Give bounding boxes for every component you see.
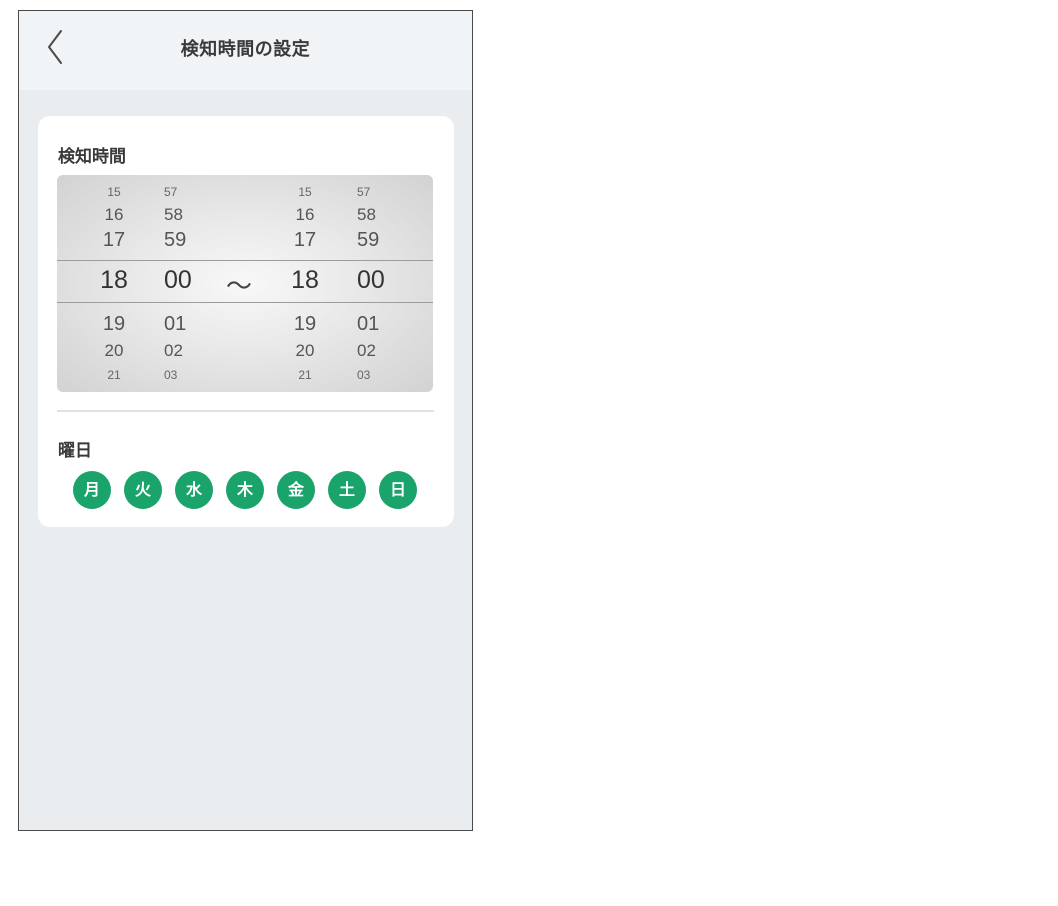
picker-option[interactable]: 57 bbox=[357, 185, 405, 199]
picker-selected-value[interactable]: 00 bbox=[164, 266, 212, 295]
phone-screen: 検知時間の設定 検知時間 15 16 17 18 19 20 21 57 58 59 00 01 02… bbox=[18, 10, 473, 831]
header-bar: 検知時間の設定 bbox=[19, 11, 472, 90]
picker-option[interactable]: 17 bbox=[92, 229, 136, 252]
weekday-toggle[interactable]: 月 bbox=[73, 471, 111, 509]
picker-option[interactable]: 21 bbox=[92, 368, 136, 382]
picker-option[interactable]: 19 bbox=[283, 313, 327, 336]
settings-card: 検知時間 15 16 17 18 19 20 21 57 58 59 00 01 02 03 〜 15 1… bbox=[38, 116, 454, 527]
weekday-toggle[interactable]: 金 bbox=[277, 471, 315, 509]
picker-option[interactable]: 15 bbox=[92, 185, 136, 199]
picker-option[interactable]: 58 bbox=[357, 205, 405, 225]
detection-time-label: 検知時間 bbox=[58, 147, 126, 167]
picker-option[interactable]: 16 bbox=[283, 205, 327, 225]
picker-option[interactable]: 21 bbox=[283, 368, 327, 382]
picker-option[interactable]: 02 bbox=[164, 341, 212, 361]
picker-option[interactable]: 01 bbox=[357, 313, 405, 336]
weekday-label: 曜日 bbox=[58, 441, 92, 461]
picker-option[interactable]: 20 bbox=[283, 341, 327, 361]
picker-option[interactable]: 03 bbox=[357, 368, 405, 382]
page-title: 検知時間の設定 bbox=[180, 39, 311, 60]
picker-option[interactable]: 03 bbox=[164, 368, 212, 382]
weekday-toggle[interactable]: 土 bbox=[328, 471, 366, 509]
weekday-toggle[interactable]: 火 bbox=[124, 471, 162, 509]
picker-option[interactable]: 16 bbox=[92, 205, 136, 225]
picker-selected-value[interactable]: 00 bbox=[357, 266, 405, 295]
picker-option[interactable]: 17 bbox=[283, 229, 327, 252]
weekday-toggle[interactable]: 日 bbox=[379, 471, 417, 509]
picker-option[interactable]: 01 bbox=[164, 313, 212, 336]
picker-selected-value[interactable]: 18 bbox=[92, 266, 136, 295]
picker-option[interactable]: 19 bbox=[92, 313, 136, 336]
start-hour-wheel[interactable]: 15 16 17 18 19 20 21 bbox=[92, 175, 136, 392]
picker-option[interactable]: 58 bbox=[164, 205, 212, 225]
range-separator: 〜 bbox=[225, 272, 252, 302]
end-hour-wheel[interactable]: 15 16 17 18 19 20 21 bbox=[283, 175, 327, 392]
weekday-toggle[interactable]: 水 bbox=[175, 471, 213, 509]
weekday-toggle[interactable]: 木 bbox=[226, 471, 264, 509]
picker-option[interactable]: 02 bbox=[357, 341, 405, 361]
time-range-picker: 15 16 17 18 19 20 21 57 58 59 00 01 02 03 〜 15 16 17 18… bbox=[57, 175, 433, 392]
start-minute-wheel[interactable]: 57 58 59 00 01 02 03 bbox=[164, 175, 212, 392]
picker-option[interactable]: 15 bbox=[283, 185, 327, 199]
picker-option[interactable]: 59 bbox=[164, 229, 212, 252]
picker-selected-value[interactable]: 18 bbox=[283, 266, 327, 295]
section-divider bbox=[57, 410, 434, 412]
picker-option[interactable]: 20 bbox=[92, 341, 136, 361]
picker-option[interactable]: 57 bbox=[164, 185, 212, 199]
end-minute-wheel[interactable]: 57 58 59 00 01 02 03 bbox=[357, 175, 405, 392]
picker-option[interactable]: 59 bbox=[357, 229, 405, 252]
